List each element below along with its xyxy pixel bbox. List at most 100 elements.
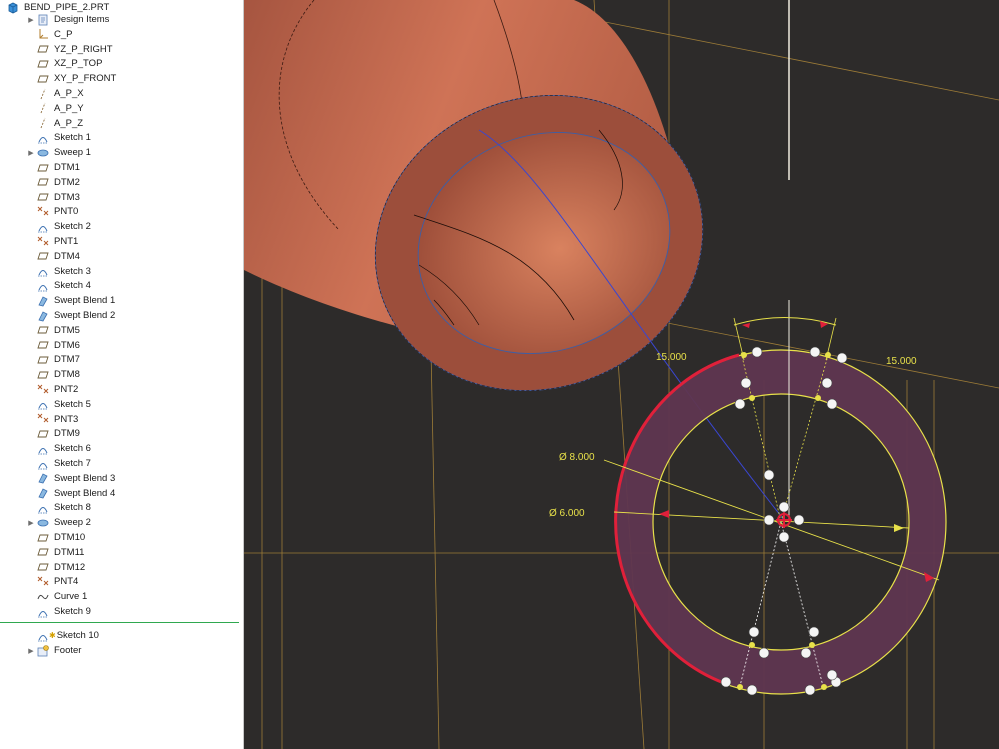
tree-item-sweep-2[interactable]: ▶ Sweep 2	[26, 515, 91, 530]
model-canvas[interactable]: 15.000 15.000 Ø 8.000 Ø 6.000	[244, 0, 999, 749]
tree-item-swept-blend-4[interactable]: Swept Blend 4	[26, 486, 115, 501]
tree-item-label: Sketch 8	[54, 502, 91, 514]
pipe-model[interactable]	[244, 0, 785, 521]
sketch-icon	[36, 398, 49, 410]
angle-dimension-left[interactable]: 15.000	[656, 352, 687, 363]
datum-axis-icon	[36, 88, 49, 100]
tree-item-a-p-y[interactable]: A_P_Y	[26, 101, 84, 116]
tree-item-label: Sketch 6	[54, 443, 91, 455]
tree-item-sketch-9[interactable]: Sketch 9	[26, 604, 91, 619]
datum-plane-icon	[36, 162, 49, 174]
tree-item-label: DTM6	[54, 339, 80, 351]
tree-item-design-items[interactable]: ▶ Design Items	[26, 12, 109, 27]
tree-item-label: Sketch 4	[54, 280, 91, 292]
tree-item-sketch-1[interactable]: Sketch 1	[26, 130, 91, 145]
datum-plane-icon	[36, 176, 49, 188]
sketch-icon	[36, 502, 49, 514]
insert-here-line[interactable]	[0, 622, 239, 623]
tree-item-label: PNT1	[54, 236, 79, 247]
tree-item-label: A_P_Z	[54, 117, 84, 129]
sketch-icon	[36, 132, 49, 144]
tree-item-swept-blend-3[interactable]: Swept Blend 3	[26, 471, 115, 486]
graphics-viewport[interactable]: 15.000 15.000 Ø 8.000 Ø 6.000	[244, 0, 999, 749]
tree-item-dtm1[interactable]: DTM1	[26, 160, 80, 175]
datum-point-icon	[36, 206, 49, 218]
footer-icon	[36, 644, 49, 657]
tree-item-label: DTM4	[54, 250, 80, 262]
tree-item-sweep-1[interactable]: ▶ Sweep 1	[26, 145, 91, 160]
tree-item-c-p[interactable]: C_P	[26, 27, 72, 42]
datum-plane-icon	[36, 354, 49, 366]
tree-item-label: DTM10	[54, 532, 86, 543]
tree-item-sketch-6[interactable]: Sketch 6	[26, 441, 91, 456]
expand-arrow-icon[interactable]: ▶	[26, 647, 36, 655]
tree-item-xy-p-front[interactable]: XY_P_FRONT	[26, 71, 116, 86]
tree-item-yz-p-right[interactable]: YZ_P_RIGHT	[26, 42, 113, 57]
tree-item-label: Sketch 3	[54, 265, 91, 277]
tree-item-sketch-5[interactable]: Sketch 5	[26, 397, 91, 412]
expand-arrow-icon[interactable]: ▶	[26, 519, 36, 527]
tree-item-dtm9[interactable]: DTM9	[26, 426, 80, 441]
tree-item-label: DTM3	[54, 191, 80, 203]
tree-item-dtm2[interactable]: DTM2	[26, 175, 80, 190]
tree-item-pnt1[interactable]: PNT1	[26, 234, 78, 249]
tree-item-dtm11[interactable]: DTM11	[26, 545, 84, 560]
tree-item-dtm4[interactable]: DTM4	[26, 249, 80, 264]
tree-item-sketch-3[interactable]: Sketch 3	[26, 264, 91, 279]
inner-diameter-dimension[interactable]: Ø 6.000	[549, 508, 585, 519]
tree-item-swept-blend-1[interactable]: Swept Blend 1	[26, 293, 115, 308]
tree-item-label: XY_P_FRONT	[54, 73, 117, 85]
tree-item-label: Footer	[54, 645, 82, 656]
tree-item-label: Sketch 9	[54, 606, 91, 617]
tree-item-pnt0[interactable]: PNT0	[26, 204, 78, 219]
tree-item-sketch-10[interactable]: ✱ Sketch 10	[26, 628, 99, 643]
tree-item-label: DTM9	[54, 428, 80, 440]
tree-item-label: Swept Blend 3	[54, 472, 116, 484]
tree-item-xz-p-top[interactable]: XZ_P_TOP	[26, 56, 102, 71]
tree-item-a-p-z[interactable]: A_P_Z	[26, 116, 83, 131]
tree-item-label: PNT4	[54, 576, 79, 588]
outer-diameter-dimension[interactable]: Ø 8.000	[559, 452, 595, 463]
tree-item-sketch-8[interactable]: Sketch 8	[26, 500, 91, 515]
tree-item-dtm12[interactable]: DTM12	[26, 560, 85, 575]
tree-item-dtm7[interactable]: DTM7	[26, 352, 80, 367]
tree-item-label: Curve 1	[54, 591, 88, 603]
tree-item-footer[interactable]: ▶ Footer	[26, 643, 81, 658]
tree-item-dtm3[interactable]: DTM3	[26, 190, 80, 205]
sweep-icon	[36, 147, 49, 159]
swept-blend-icon	[36, 295, 49, 307]
sketch-icon	[36, 458, 49, 470]
tree-item-dtm8[interactable]: DTM8	[26, 367, 80, 382]
expand-arrow-icon[interactable]: ▶	[26, 16, 36, 24]
tree-item-curve-1[interactable]: Curve 1	[26, 589, 87, 604]
tree-item-a-p-x[interactable]: A_P_X	[26, 86, 84, 101]
tree-item-label: Sketch 10	[56, 630, 99, 641]
tree-item-sketch-4[interactable]: Sketch 4	[26, 278, 91, 293]
tree-item-pnt4[interactable]: PNT4	[26, 574, 78, 589]
tree-item-swept-blend-2[interactable]: Swept Blend 2	[26, 308, 115, 323]
tree-item-pnt2[interactable]: PNT2	[26, 382, 78, 397]
angle-dimension-right[interactable]: 15.000	[886, 356, 917, 367]
csys-icon	[36, 28, 49, 40]
tree-item-label: YZ_P_RIGHT	[54, 43, 113, 55]
tree-item-dtm5[interactable]: DTM5	[26, 323, 80, 338]
tree-item-dtm6[interactable]: DTM6	[26, 338, 80, 353]
model-tree: BEND_PIPE_2.PRT ▶ Design Items C_P YZ_P_RIG…	[0, 0, 244, 749]
tree-item-sketch-7[interactable]: Sketch 7	[26, 456, 91, 471]
part-icon	[6, 2, 19, 14]
datum-plane-icon	[36, 250, 49, 262]
tree-item-label: A_P_X	[54, 88, 84, 99]
datum-plane-icon	[36, 58, 49, 70]
tree-item-label: PNT0	[54, 206, 79, 218]
tree-item-label: PNT3	[54, 413, 79, 425]
datum-plane-icon	[36, 428, 49, 440]
tree-item-pnt3[interactable]: PNT3	[26, 412, 78, 427]
datum-plane-icon	[36, 324, 49, 336]
expand-arrow-icon[interactable]: ▶	[26, 149, 36, 157]
sketch-icon	[36, 443, 49, 455]
tree-item-dtm10[interactable]: DTM10	[26, 530, 85, 545]
datum-plane-icon	[36, 532, 49, 544]
tree-item-sketch-2[interactable]: Sketch 2	[26, 219, 91, 234]
datum-plane-icon	[36, 561, 49, 573]
curve-icon	[36, 591, 49, 603]
